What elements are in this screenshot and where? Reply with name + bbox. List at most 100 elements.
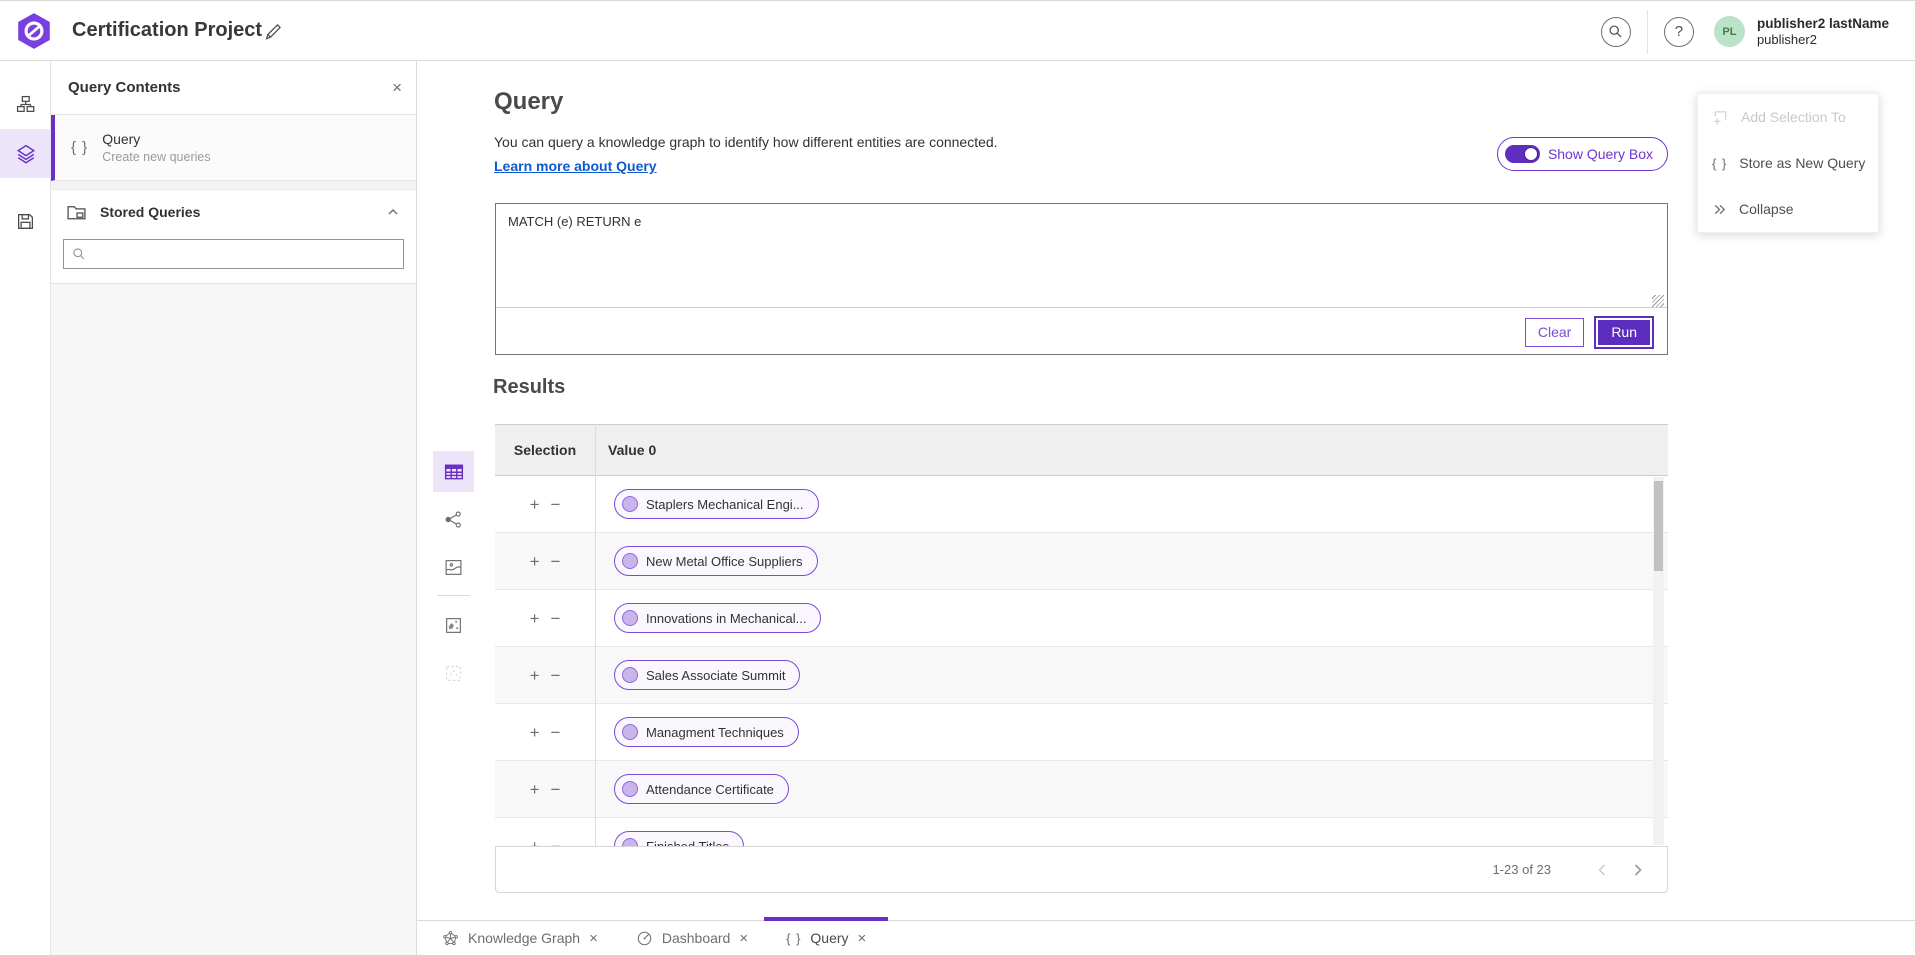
project-structure-button[interactable]	[0, 80, 51, 129]
user-avatar[interactable]: PL	[1714, 16, 1745, 47]
menu-item-label: Add Selection To	[1741, 109, 1846, 125]
entity-icon	[622, 553, 638, 569]
entity-icon	[622, 610, 638, 626]
query-item-description: Create new queries	[102, 150, 210, 164]
entity-pill[interactable]: Attendance Certificate	[614, 774, 789, 804]
table-row: + − Finished Titles	[495, 818, 1668, 846]
user-username: publisher2	[1757, 32, 1889, 48]
entity-pill[interactable]: New Metal Office Suppliers	[614, 546, 818, 576]
map-icon	[444, 558, 463, 577]
tab-knowledge-graph[interactable]: Knowledge Graph ×	[423, 921, 617, 955]
tab-label: Query	[810, 930, 848, 946]
show-query-box-toggle[interactable]: Show Query Box	[1497, 137, 1668, 171]
entity-pill[interactable]: Innovations in Mechanical...	[614, 603, 821, 633]
chart-view-button-disabled	[433, 653, 474, 694]
table-scrollbar[interactable]	[1653, 477, 1664, 845]
table-row: + − New Metal Office Suppliers	[495, 533, 1668, 590]
sidebar-item-query[interactable]: { } Query Create new queries	[51, 115, 416, 181]
clear-button[interactable]: Clear	[1525, 318, 1584, 347]
remove-from-selection-button[interactable]: −	[551, 724, 561, 741]
add-to-selection-button[interactable]: +	[530, 610, 540, 627]
map-view-button[interactable]	[433, 547, 474, 588]
new-map-icon	[444, 616, 463, 635]
close-panel-button[interactable]: ×	[392, 79, 402, 96]
table-icon	[444, 462, 464, 482]
entity-pill[interactable]: Finished Titles	[614, 831, 744, 846]
table-row: + − Innovations in Mechanical...	[495, 590, 1668, 647]
query-input[interactable]: MATCH (e) RETURN e	[496, 204, 1667, 308]
top-bar-actions: ? PL publisher2 lastName publisher2	[1601, 1, 1915, 62]
entity-label: Innovations in Mechanical...	[646, 611, 806, 626]
column-header-selection: Selection	[495, 442, 595, 458]
app-window: Certification Project ? PL publisher2 la…	[0, 0, 1915, 955]
entity-pill[interactable]: Sales Associate Summit	[614, 660, 800, 690]
add-to-selection-button[interactable]: +	[530, 667, 540, 684]
add-to-selection-button[interactable]: +	[530, 553, 540, 570]
search-input[interactable]	[92, 240, 403, 268]
store-as-new-query-item[interactable]: { } Store as New Query	[1698, 140, 1878, 186]
layers-icon	[16, 144, 36, 164]
run-button[interactable]: Run	[1596, 318, 1652, 347]
query-editor-footer: Clear Run	[496, 309, 1667, 355]
edit-title-button[interactable]	[263, 21, 285, 43]
add-to-selection-button[interactable]: +	[530, 724, 540, 741]
collapse-menu-item[interactable]: Collapse	[1698, 186, 1878, 232]
toggle-label: Show Query Box	[1548, 146, 1653, 162]
close-tab-icon[interactable]: ×	[739, 930, 748, 947]
add-to-selection-button[interactable]: +	[530, 781, 540, 798]
braces-icon: { }	[71, 139, 88, 156]
stored-queries-label: Stored Queries	[100, 204, 386, 220]
previous-page-button	[1591, 859, 1613, 881]
remove-from-selection-button[interactable]: −	[551, 838, 561, 847]
top-bar: Certification Project ? PL publisher2 la…	[0, 0, 1915, 61]
table-column-divider	[595, 424, 596, 846]
query-item-label: Query	[102, 131, 210, 147]
panel-separator	[51, 181, 416, 190]
app-logo-icon	[14, 11, 54, 51]
tab-query[interactable]: { } Query ×	[767, 921, 885, 955]
add-to-selection-button[interactable]: +	[530, 496, 540, 513]
new-map-view-button[interactable]	[433, 605, 474, 646]
results-title: Results	[493, 376, 565, 399]
search-button[interactable]	[1601, 17, 1631, 47]
remove-from-selection-button[interactable]: −	[551, 610, 561, 627]
save-button[interactable]	[0, 197, 51, 246]
search-icon	[72, 247, 86, 261]
tab-dashboard[interactable]: Dashboard ×	[617, 921, 767, 955]
remove-from-selection-button[interactable]: −	[551, 781, 561, 798]
pagination-range: 1-23 of 23	[1492, 862, 1551, 877]
remove-from-selection-button[interactable]: −	[551, 667, 561, 684]
link-chart-view-button[interactable]	[433, 499, 474, 540]
entity-icon	[622, 667, 638, 683]
column-header-value: Value 0	[595, 442, 656, 458]
remove-from-selection-button[interactable]: −	[551, 553, 561, 570]
resize-handle[interactable]	[1652, 295, 1664, 307]
scrollbar-thumb[interactable]	[1654, 481, 1663, 571]
next-page-button[interactable]	[1627, 859, 1649, 881]
entity-label: Attendance Certificate	[646, 782, 774, 797]
help-button[interactable]: ?	[1664, 17, 1694, 47]
remove-from-selection-button[interactable]: −	[551, 496, 561, 513]
close-tab-icon[interactable]: ×	[858, 930, 867, 947]
table-row: + − Sales Associate Summit	[495, 647, 1668, 704]
stored-queries-section[interactable]: Stored Queries	[51, 190, 416, 234]
toggle-on-icon	[1505, 145, 1540, 163]
add-to-selection-button[interactable]: +	[530, 838, 540, 847]
panel-empty-area	[51, 283, 416, 955]
entity-pill[interactable]: Staplers Mechanical Engi...	[614, 489, 819, 519]
knowledge-graph-icon	[442, 930, 459, 947]
learn-more-link[interactable]: Learn more about Query	[494, 158, 657, 174]
user-info[interactable]: publisher2 lastName publisher2	[1757, 16, 1889, 48]
entity-label: Staplers Mechanical Engi...	[646, 497, 804, 512]
braces-icon: { }	[1712, 156, 1727, 171]
contents-button[interactable]	[0, 129, 51, 178]
table-view-button[interactable]	[433, 451, 474, 492]
folder-icon	[66, 203, 87, 222]
entity-pill[interactable]: Managment Techniques	[614, 717, 799, 747]
entity-icon	[622, 838, 638, 846]
entity-icon	[622, 724, 638, 740]
close-tab-icon[interactable]: ×	[589, 930, 598, 947]
entity-label: Managment Techniques	[646, 725, 784, 740]
entity-label: Finished Titles	[646, 839, 729, 847]
table-header: Selection Value 0	[495, 424, 1668, 476]
